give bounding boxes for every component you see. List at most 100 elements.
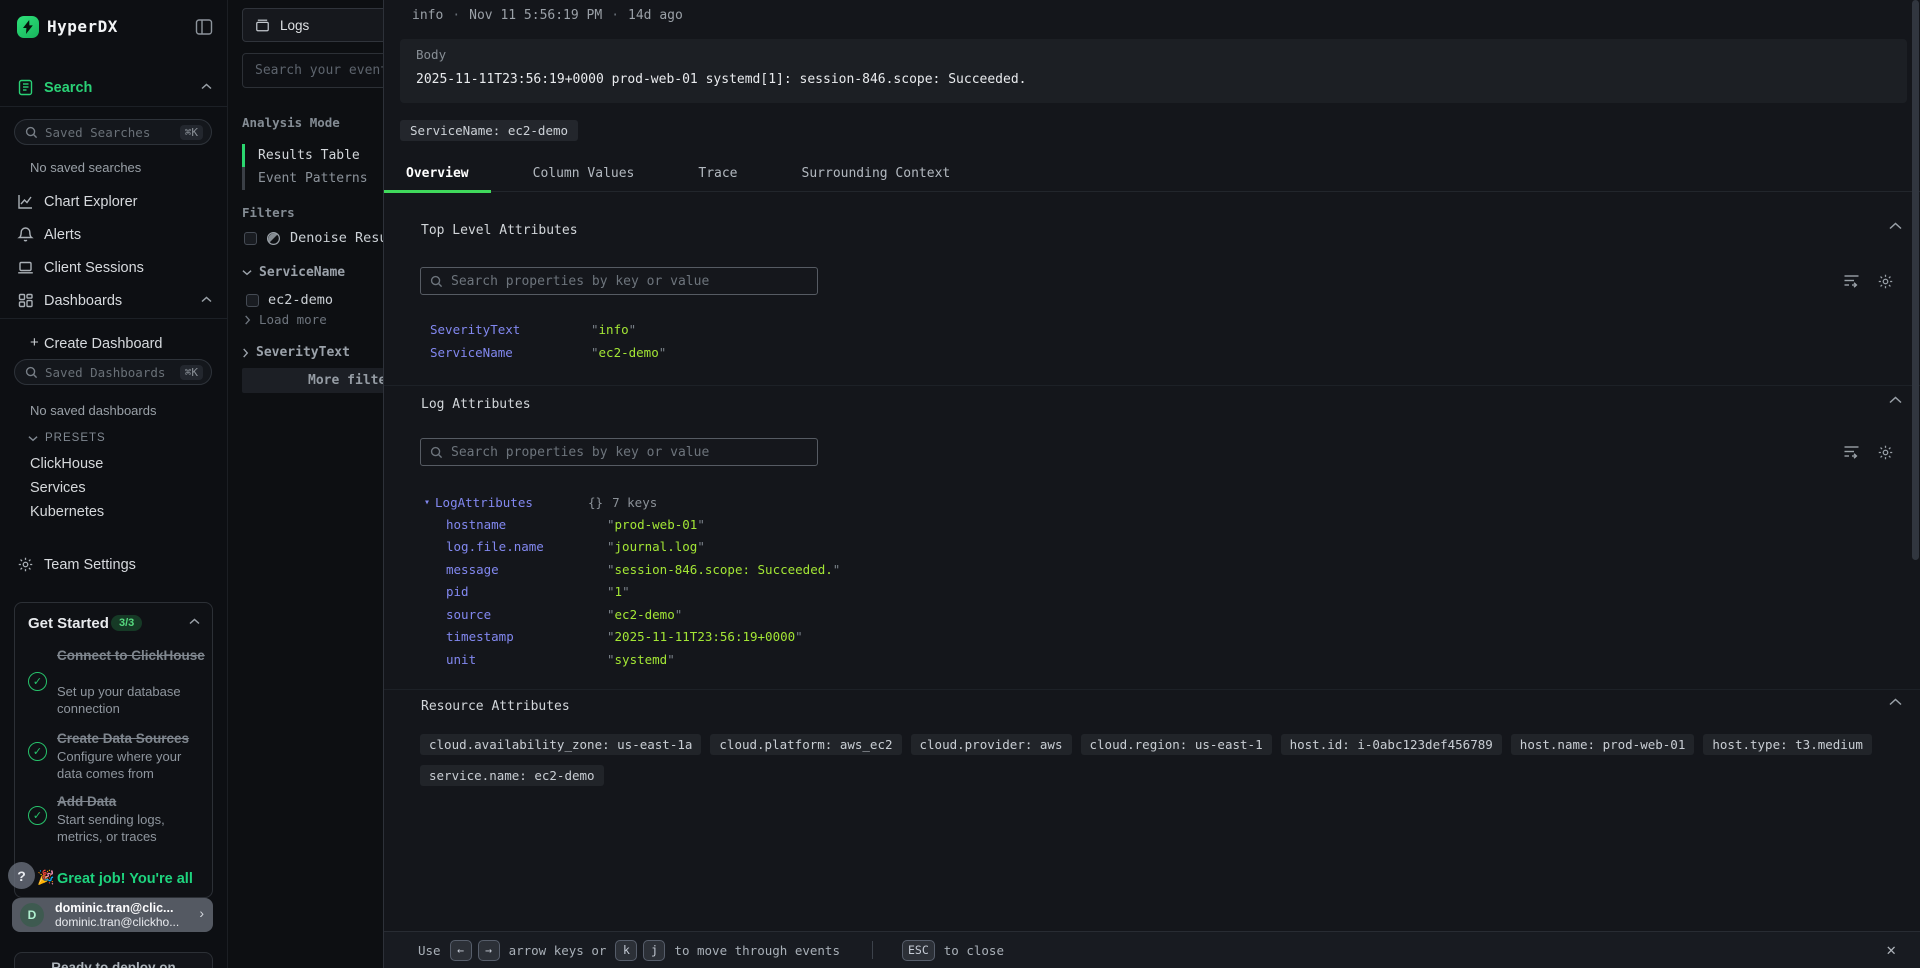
team-settings-label: Team Settings <box>44 557 136 573</box>
attribute-row[interactable]: timestamp "2025-11-11T23:56:19+0000" <box>446 629 803 644</box>
preset-kubernetes[interactable]: Kubernetes <box>30 504 104 520</box>
log-attributes-root-row[interactable]: ▾ LogAttributes {}7 keys <box>424 495 657 510</box>
help-button[interactable]: ? <box>8 862 35 889</box>
chevron-up-icon[interactable] <box>1889 698 1902 706</box>
preset-clickhouse[interactable]: ClickHouse <box>30 456 103 472</box>
checkbox-unchecked[interactable] <box>246 294 259 307</box>
chevron-up-icon[interactable] <box>1889 222 1902 230</box>
attribute-key[interactable]: SeverityText <box>430 322 591 337</box>
property-search-input[interactable]: Search properties by key or value <box>420 267 818 295</box>
sidebar-item-dashboards[interactable]: Dashboards <box>0 291 228 313</box>
servicename-chip[interactable]: ServiceName: ec2-demo <box>400 120 578 141</box>
mode-results-table[interactable]: Results Table <box>242 144 402 167</box>
attribute-key[interactable]: source <box>446 607 607 622</box>
get-started-progress-badge: 3/3 <box>111 615 142 631</box>
attribute-key[interactable]: LogAttributes <box>435 495 588 510</box>
sidebar: HyperDX Search Saved Searches ⌘K No save… <box>0 0 228 968</box>
sidebar-item-team-settings[interactable]: Team Settings <box>0 555 228 577</box>
attribute-key[interactable]: unit <box>446 652 607 667</box>
resource-chip[interactable]: host.name: prod-web-01 <box>1511 734 1695 755</box>
get-started-step-title[interactable]: Connect to ClickHouse <box>57 647 207 664</box>
wrap-lines-icon[interactable] <box>1843 444 1860 461</box>
preset-services[interactable]: Services <box>30 480 86 496</box>
user-account-chip[interactable]: D dominic.tran@clic... dominic.tran@clic… <box>12 898 213 932</box>
attribute-row[interactable]: SeverityText "info" <box>430 322 636 337</box>
attribute-value[interactable]: "ec2-demo" <box>607 607 682 622</box>
gear-icon[interactable] <box>1877 444 1894 461</box>
divider <box>384 689 1920 690</box>
source-select-button[interactable]: Logs <box>242 8 392 42</box>
filters-heading: Filters <box>242 205 295 220</box>
resource-chip[interactable]: host.type: t3.medium <box>1703 734 1872 755</box>
sidebar-item-label: Chart Explorer <box>44 194 137 210</box>
sidebar-item-client-sessions[interactable]: Client Sessions <box>0 258 228 280</box>
tab-overview[interactable]: Overview <box>384 158 491 192</box>
filter-group-severitytext[interactable]: SeverityText <box>242 345 350 360</box>
logs-source-icon <box>255 18 270 33</box>
checkbox-unchecked[interactable] <box>244 232 257 245</box>
expander-triangle-icon[interactable]: ▾ <box>424 497 430 508</box>
attribute-row[interactable]: source "ec2-demo" <box>446 607 682 622</box>
sidebar-item-chart-explorer[interactable]: Chart Explorer <box>0 192 228 214</box>
chevron-right-icon: › <box>199 905 204 921</box>
chevron-up-icon <box>201 296 212 303</box>
resource-chip[interactable]: host.id: i-0abc123def456789 <box>1281 734 1502 755</box>
no-saved-searches-text: No saved searches <box>30 160 141 175</box>
chevron-up-icon[interactable] <box>189 618 200 625</box>
attribute-key[interactable]: log.file.name <box>446 539 607 554</box>
sidebar-item-alerts[interactable]: Alerts <box>0 225 228 247</box>
attribute-value[interactable]: "ec2-demo" <box>591 345 666 360</box>
attribute-value[interactable]: "info" <box>591 322 636 337</box>
event-search-input[interactable]: Search your events <box>242 53 397 88</box>
chevron-up-icon[interactable] <box>1889 396 1902 404</box>
attribute-value[interactable]: "prod-web-01" <box>607 517 705 532</box>
get-started-step-subtitle: Start sending logs, metrics, or traces <box>57 811 207 845</box>
attribute-row[interactable]: hostname "prod-web-01" <box>446 517 705 532</box>
presets-toggle[interactable]: PRESETS <box>28 432 106 444</box>
saved-searches-input[interactable]: Saved Searches ⌘K <box>14 119 212 145</box>
attribute-row[interactable]: ServiceName "ec2-demo" <box>430 345 666 360</box>
resource-chip[interactable]: service.name: ec2-demo <box>420 765 604 786</box>
attribute-key[interactable]: hostname <box>446 517 607 532</box>
resource-chip[interactable]: cloud.provider: aws <box>911 734 1072 755</box>
create-dashboard-button[interactable]: + Create Dashboard <box>0 334 228 356</box>
section-title-resource-attributes: Resource Attributes <box>421 699 570 714</box>
resource-chip[interactable]: cloud.region: us-east-1 <box>1081 734 1272 755</box>
get-started-step-title[interactable]: Add Data <box>57 793 207 810</box>
filter-option-ec2-demo[interactable]: ec2-demo <box>246 292 333 308</box>
attribute-row[interactable]: message "session-846.scope: Succeeded." <box>446 562 840 577</box>
get-started-step-title[interactable]: Create Data Sources <box>57 730 207 747</box>
attribute-value[interactable]: "1" <box>607 584 630 599</box>
sidebar-item-label: Search <box>44 80 92 96</box>
property-search-input[interactable]: Search properties by key or value <box>420 438 818 466</box>
gear-icon <box>17 556 34 573</box>
saved-dashboards-input[interactable]: Saved Dashboards ⌘K <box>14 359 212 385</box>
attribute-key[interactable]: message <box>446 562 607 577</box>
attribute-row[interactable]: log.file.name "journal.log" <box>446 539 705 554</box>
resource-chip[interactable]: cloud.platform: aws_ec2 <box>710 734 901 755</box>
attribute-key[interactable]: pid <box>446 584 607 599</box>
attribute-value[interactable]: "session-846.scope: Succeeded." <box>607 562 840 577</box>
attribute-value[interactable]: "2025-11-11T23:56:19+0000" <box>607 629 803 644</box>
ready-to-deploy-banner[interactable]: Ready to deploy on <box>14 952 213 968</box>
sidebar-collapse-icon[interactable] <box>194 17 214 37</box>
close-icon[interactable]: ✕ <box>1886 940 1896 959</box>
attribute-value[interactable]: "journal.log" <box>607 539 705 554</box>
attribute-row[interactable]: pid "1" <box>446 584 630 599</box>
attribute-key[interactable]: ServiceName <box>430 345 591 360</box>
sidebar-item-label: Client Sessions <box>44 260 144 276</box>
resource-chip[interactable]: cloud.availability_zone: us-east-1a <box>420 734 701 755</box>
wrap-lines-icon[interactable] <box>1843 273 1860 290</box>
tab-column-values[interactable]: Column Values <box>511 158 657 192</box>
filter-group-servicename[interactable]: ServiceName <box>242 265 345 280</box>
load-more-button[interactable]: Load more <box>244 312 327 327</box>
mode-event-patterns[interactable]: Event Patterns <box>242 167 402 190</box>
gear-icon[interactable] <box>1877 273 1894 290</box>
tab-trace[interactable]: Trace <box>676 158 759 192</box>
attribute-key[interactable]: timestamp <box>446 629 607 644</box>
sidebar-item-search[interactable]: Search <box>0 78 228 100</box>
attribute-row[interactable]: unit "systemd" <box>446 652 675 667</box>
tab-surrounding-context[interactable]: Surrounding Context <box>780 158 973 192</box>
scrollbar-thumb[interactable] <box>1912 0 1919 560</box>
attribute-value[interactable]: "systemd" <box>607 652 675 667</box>
